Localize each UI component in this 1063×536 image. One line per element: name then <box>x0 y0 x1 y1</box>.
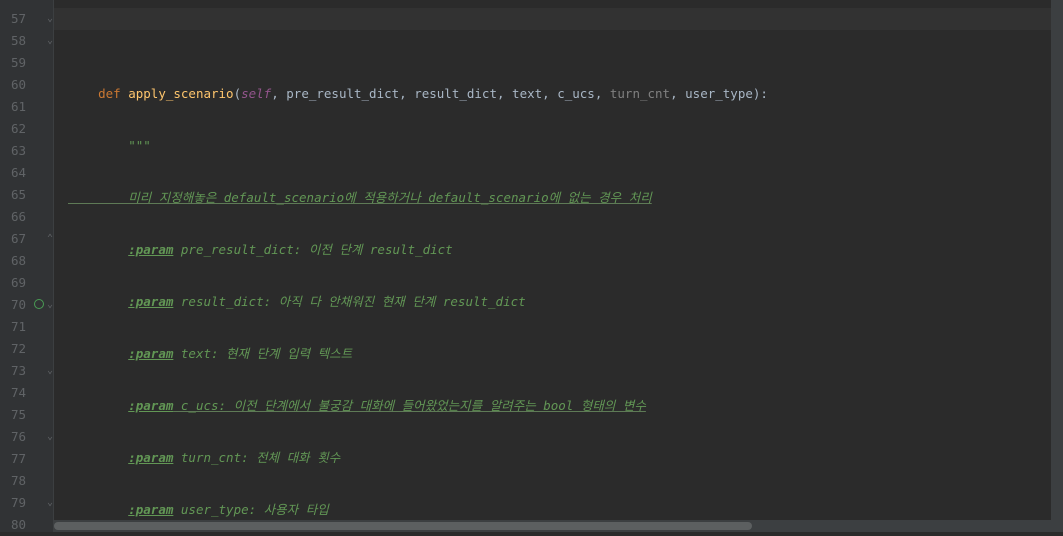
gutter-marker <box>32 162 46 184</box>
line-number: 59 <box>0 52 28 74</box>
gutter-marker <box>32 8 46 30</box>
line-number: 62 <box>0 118 28 140</box>
fold-handle[interactable]: ⌄ <box>46 8 54 30</box>
line-number: 63 <box>0 140 28 162</box>
line-number: 76 <box>0 426 28 448</box>
code-line[interactable]: :param turn_cnt: 전체 대화 횟수 <box>68 447 1063 469</box>
error-stripe[interactable] <box>1051 0 1063 532</box>
gutter-marker <box>32 206 46 228</box>
horizontal-scrollbar[interactable] <box>54 520 1051 532</box>
gutter-marker <box>32 338 46 360</box>
line-number: 66 <box>0 206 28 228</box>
line-number: 57 <box>0 8 28 30</box>
line-number: 67 <box>0 228 28 250</box>
fold-handle[interactable] <box>46 448 54 470</box>
gutter-marker <box>32 74 46 96</box>
gutter: 5758596061626364656667686970717273747576… <box>0 0 54 532</box>
gutter-marker <box>32 272 46 294</box>
gutter-marker <box>32 382 46 404</box>
fold-handle[interactable] <box>46 470 54 492</box>
gutter-marker <box>32 492 46 514</box>
line-number: 68 <box>0 250 28 272</box>
gutter-marker <box>32 140 46 162</box>
line-number: 79 <box>0 492 28 514</box>
code-line[interactable]: 미리 지정해놓은 default_scenario에 적용하거나 default… <box>68 187 1063 209</box>
fold-handle[interactable] <box>46 52 54 74</box>
line-number: 64 <box>0 162 28 184</box>
gutter-marker <box>32 184 46 206</box>
gutter-marker <box>32 316 46 338</box>
line-number: 72 <box>0 338 28 360</box>
fold-handle[interactable] <box>46 316 54 338</box>
gutter-marker <box>32 96 46 118</box>
gutter-marker <box>32 404 46 426</box>
fold-handle[interactable] <box>46 404 54 426</box>
fold-handle[interactable]: ⌄ <box>46 294 54 316</box>
code-line[interactable]: :param text: 현재 단계 입력 텍스트 <box>68 343 1063 365</box>
gutter-marker <box>32 448 46 470</box>
fold-handle[interactable] <box>46 74 54 96</box>
fold-handle[interactable]: ⌄ <box>46 426 54 448</box>
line-number: 73 <box>0 360 28 382</box>
gutter-marker <box>32 514 46 536</box>
fold-handle[interactable] <box>46 206 54 228</box>
code-line[interactable]: :param c_ucs: 이전 단계에서 불궁감 대화에 들어왔었는지를 알려… <box>68 395 1063 417</box>
line-number: 74 <box>0 382 28 404</box>
fold-handle[interactable] <box>46 96 54 118</box>
fold-handle[interactable] <box>46 514 54 536</box>
code-line[interactable]: """ <box>68 135 1063 157</box>
fold-handle[interactable] <box>46 184 54 206</box>
gutter-marker <box>32 228 46 250</box>
fold-column: ⌄⌄⌃⌄⌄⌄⌄ <box>46 8 54 536</box>
line-number: 70 <box>0 294 28 316</box>
gutter-marker <box>32 426 46 448</box>
marker-column <box>32 8 46 536</box>
code-line[interactable]: :param result_dict: 아직 다 안채워진 현재 단계 resu… <box>68 291 1063 313</box>
fold-handle[interactable] <box>46 140 54 162</box>
code-area[interactable]: def apply_scenario(self, pre_result_dict… <box>54 0 1063 532</box>
line-number: 69 <box>0 272 28 294</box>
line-number: 61 <box>0 96 28 118</box>
gutter-marker <box>32 250 46 272</box>
fold-handle[interactable] <box>46 118 54 140</box>
code-line[interactable]: :param pre_result_dict: 이전 단계 result_dic… <box>68 239 1063 261</box>
fold-handle[interactable] <box>46 272 54 294</box>
fold-handle[interactable] <box>46 162 54 184</box>
line-number: 75 <box>0 404 28 426</box>
line-number: 58 <box>0 30 28 52</box>
fold-handle[interactable] <box>46 382 54 404</box>
fold-handle[interactable]: ⌄ <box>46 492 54 514</box>
fold-handle[interactable] <box>46 338 54 360</box>
code-line[interactable]: :param user_type: 사용자 타입 <box>68 499 1063 521</box>
gutter-marker <box>32 30 46 52</box>
line-number: 77 <box>0 448 28 470</box>
gutter-marker <box>32 294 46 316</box>
fold-handle[interactable]: ⌃ <box>46 228 54 250</box>
line-number: 78 <box>0 470 28 492</box>
line-number: 65 <box>0 184 28 206</box>
fold-handle[interactable]: ⌄ <box>46 30 54 52</box>
line-number: 71 <box>0 316 28 338</box>
caret-line <box>54 8 1051 30</box>
line-number: 80 <box>0 514 28 536</box>
line-number: 60 <box>0 74 28 96</box>
gutter-marker <box>32 470 46 492</box>
gutter-marker <box>32 118 46 140</box>
line-numbers: 5758596061626364656667686970717273747576… <box>0 8 28 536</box>
run-marker-icon[interactable] <box>34 299 44 309</box>
code-editor[interactable]: 5758596061626364656667686970717273747576… <box>0 0 1063 532</box>
fold-handle[interactable]: ⌄ <box>46 360 54 382</box>
scrollbar-thumb[interactable] <box>54 522 752 530</box>
gutter-marker <box>32 52 46 74</box>
fold-handle[interactable] <box>46 250 54 272</box>
gutter-marker <box>32 360 46 382</box>
code-line[interactable]: def apply_scenario(self, pre_result_dict… <box>68 83 1063 105</box>
